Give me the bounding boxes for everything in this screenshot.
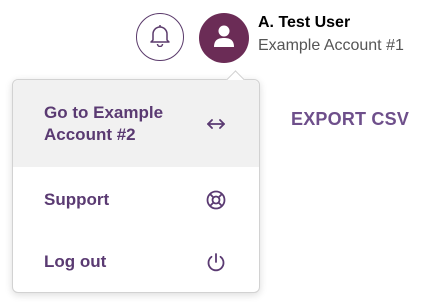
bell-icon — [149, 23, 171, 52]
avatar[interactable] — [199, 13, 249, 63]
user-icon — [213, 24, 235, 53]
switch-account-menu-item[interactable]: Go to Example Account #2 — [13, 80, 259, 167]
support-menu-item[interactable]: Support — [13, 179, 259, 221]
support-label: Support — [44, 190, 110, 209]
export-csv-button[interactable]: EXPORT CSV — [291, 109, 409, 130]
account-name: Example Account #1 — [258, 37, 404, 54]
lifebuoy-icon — [205, 189, 227, 211]
logout-menu-item[interactable]: Log out — [13, 241, 259, 283]
switch-account-label: Go to Example Account #2 — [44, 102, 164, 144]
logout-label: Log out — [44, 252, 107, 271]
swap-arrows-icon — [205, 113, 227, 135]
power-icon — [205, 251, 227, 273]
user-name: A. Test User — [258, 14, 351, 31]
notifications-button[interactable] — [136, 13, 184, 61]
account-menu: Go to Example Account #2 Support Log out — [12, 70, 260, 293]
